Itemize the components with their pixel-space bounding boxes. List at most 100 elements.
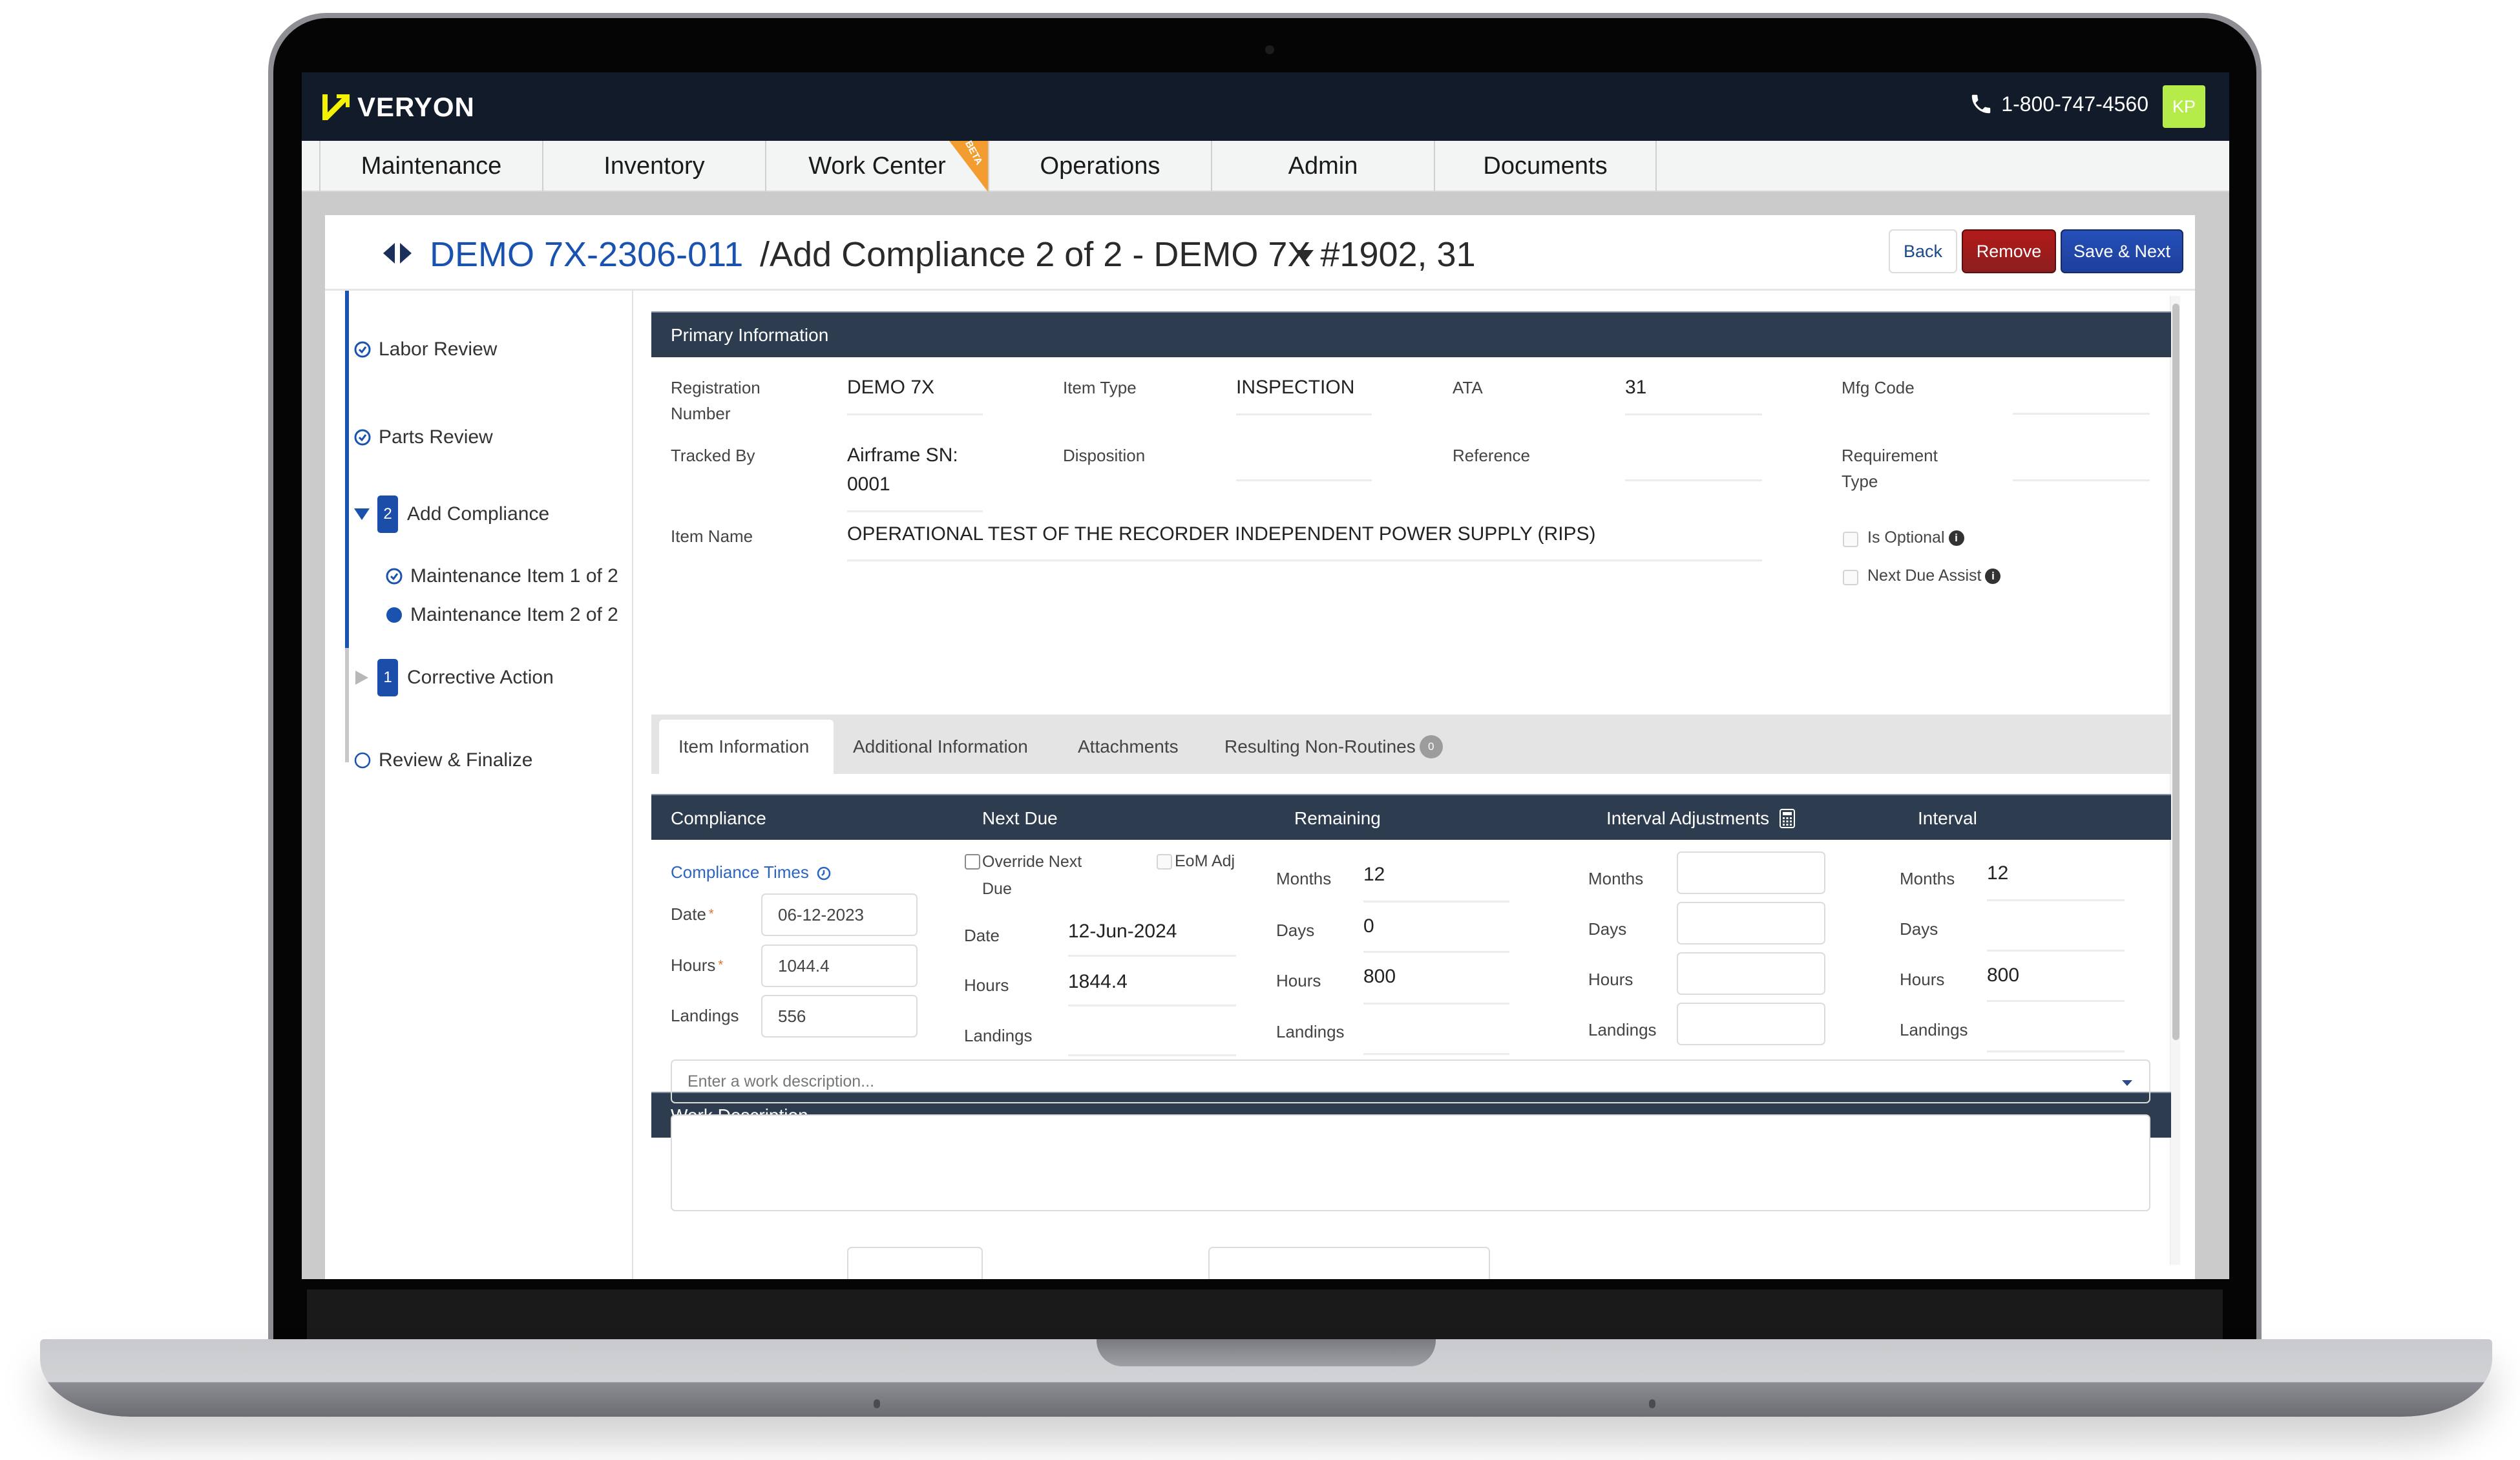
interval-months-value: 12 [1987, 862, 2009, 884]
field-underline [847, 510, 983, 512]
ata-label: ATA [1453, 378, 1483, 397]
scrollbar-thumb[interactable] [2172, 304, 2179, 1040]
primary-info-header: Primary Information [651, 311, 2171, 357]
item-name-label: Item Name [671, 527, 753, 546]
is-optional-text: Is Optional [1867, 528, 1945, 547]
section-title: Primary Information [671, 324, 829, 345]
step-add-compliance[interactable]: 2 Add Compliance [353, 495, 549, 533]
account-code-select[interactable] [1208, 1247, 1490, 1279]
next-due-landings-label: Landings [964, 1026, 1033, 1045]
vertical-scrollbar[interactable] [2170, 296, 2180, 1265]
save-next-button[interactable]: Save & Next [2061, 229, 2183, 273]
col-label: Interval Adjustments [1606, 808, 1770, 828]
tab-label: Resulting Non-Routines [1224, 736, 1416, 756]
field-underline [2013, 479, 2150, 481]
tab-item-information[interactable]: Item Information [659, 720, 834, 774]
next-due-date-value: 12-Jun-2024 [1068, 921, 1177, 942]
col-compliance: Compliance [671, 808, 766, 828]
field-underline [1236, 413, 1372, 415]
remaining-hours-value: 800 [1363, 966, 1396, 987]
interval-months-label: Months [1900, 869, 1955, 888]
support-phone[interactable]: 1-800-747-4560 [1969, 92, 2148, 116]
compliance-landings-input[interactable]: 556 [761, 995, 918, 1038]
col-interval: Interval [1918, 808, 1977, 828]
info-icon[interactable]: i [1985, 568, 2001, 585]
field-underline [1987, 1050, 2125, 1052]
step-review-finalize[interactable]: Review & Finalize [353, 749, 532, 771]
tracked-by-label: Tracked By [671, 446, 755, 465]
nav-tab-operations[interactable]: Operations [988, 141, 1211, 192]
nav-tab-label: Operations [1040, 152, 1160, 180]
adj-months-label: Months [1588, 869, 1644, 888]
chevron-down-icon [2122, 1080, 2132, 1086]
adj-landings-input[interactable] [1677, 1003, 1825, 1045]
field-underline [1236, 479, 1372, 481]
title-dropdown-icon[interactable] [1296, 250, 1314, 262]
adj-hours-input[interactable] [1677, 952, 1825, 995]
col-remaining: Remaining [1294, 808, 1381, 828]
compliance-date-input[interactable]: 06-12-2023 [761, 893, 918, 936]
eom-adj-checkbox[interactable] [1157, 854, 1172, 870]
field-underline [1987, 899, 2125, 901]
step-count-badge: 2 [377, 495, 398, 533]
compliance-times-link[interactable]: Compliance Times [671, 859, 832, 885]
nav-tab-label: Admin [1288, 152, 1358, 180]
tab-resulting-non-routines[interactable]: Resulting Non-Routines 0 [1205, 720, 1462, 774]
nav-tab-label: Work Center [808, 152, 946, 180]
back-button[interactable]: Back [1889, 229, 1957, 273]
eom-adj-label: EoM Adj [1175, 852, 1235, 870]
step-parts-review[interactable]: Parts Review [353, 426, 493, 448]
next-due-hours-label: Hours [964, 975, 1009, 995]
next-due-assist-checkbox[interactable] [1843, 570, 1858, 585]
tab-additional-information[interactable]: Additional Information [834, 720, 1047, 774]
is-optional-checkbox[interactable] [1843, 532, 1858, 547]
step-labor-review[interactable]: Labor Review [353, 339, 497, 360]
remove-button[interactable]: Remove [1962, 229, 2056, 273]
step-label: Corrective Action [407, 667, 554, 688]
is-optional-label: Is Optional i [1867, 525, 1964, 550]
adj-months-input[interactable] [1677, 851, 1825, 894]
nav-tab-label: Maintenance [361, 152, 502, 180]
work-description-select[interactable]: Enter a work description... [671, 1059, 2150, 1103]
tab-label: Item Information [678, 736, 810, 756]
override-next-due-checkbox[interactable] [965, 854, 980, 870]
nav-tab-documents[interactable]: Documents [1434, 141, 1657, 192]
step-corrective-action[interactable]: 1 Corrective Action [353, 659, 554, 696]
progress-rail-complete [345, 291, 349, 648]
prev-next-arrows-icon[interactable] [381, 242, 414, 265]
brand-name: VERYON [357, 92, 475, 122]
step-maintenance-item-2[interactable]: Maintenance Item 2 of 2 [384, 604, 618, 626]
reference-label: Reference [1453, 446, 1530, 465]
brand-logo[interactable]: VERYON [320, 90, 475, 124]
camera-icon [1265, 45, 1274, 54]
nav-tab-maintenance[interactable]: Maintenance [319, 141, 542, 192]
info-icon[interactable]: i [1948, 530, 1964, 547]
step-maintenance-item-1[interactable]: Maintenance Item 1 of 2 [384, 565, 618, 587]
user-avatar[interactable]: KP [2163, 85, 2205, 128]
work-description-textarea[interactable] [671, 1114, 2150, 1211]
field-underline [1068, 1005, 1236, 1006]
nav-tab-admin[interactable]: Admin [1211, 141, 1434, 192]
step-label: Maintenance Item 2 of 2 [410, 604, 618, 625]
work-order-link[interactable]: DEMO 7X-2306-011 [430, 235, 743, 275]
requirement-type-label: Requirement Type [1842, 446, 1938, 491]
compliance-date-label: Date * [671, 901, 714, 927]
laptop-foot [874, 1399, 880, 1408]
nav-tab-work-center[interactable]: Work Center BETA [765, 139, 988, 192]
nav-tab-label: Documents [1483, 152, 1608, 180]
adj-days-input[interactable] [1677, 902, 1825, 944]
field-underline [1363, 951, 1509, 953]
compliance-hours-input[interactable]: 1044.4 [761, 944, 918, 987]
field-underline [1363, 1003, 1509, 1005]
tab-attachments[interactable]: Attachments [1058, 720, 1198, 774]
nav-tab-label: Inventory [604, 152, 705, 180]
select-placeholder: Enter a work description... [688, 1072, 875, 1090]
compliance-hours-label: Hours * [671, 952, 723, 978]
next-due-hours-value: 1844.4 [1068, 971, 1128, 992]
adj-hours-label: Hours [1588, 970, 1633, 989]
interval-hours-label: Hours [1900, 970, 1945, 989]
actual-work-input[interactable] [847, 1247, 983, 1279]
remaining-months-label: Months [1276, 869, 1332, 888]
nav-tab-inventory[interactable]: Inventory [542, 141, 765, 192]
calculator-icon[interactable] [1778, 808, 1796, 829]
